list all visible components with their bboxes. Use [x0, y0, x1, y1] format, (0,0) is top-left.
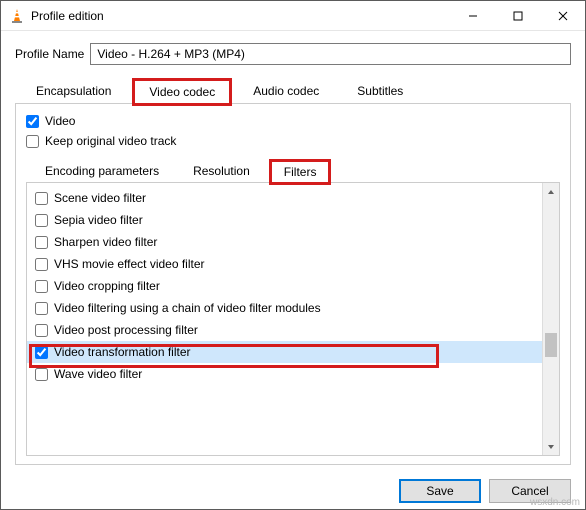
filter-item[interactable]: Scene video filter [27, 187, 542, 209]
minimize-button[interactable] [450, 1, 495, 31]
filter-label: VHS movie effect video filter [54, 257, 205, 271]
subtab-filters[interactable]: Filters [271, 161, 330, 183]
profile-name-row: Profile Name [15, 43, 571, 65]
filter-list[interactable]: Scene video filter Sepia video filter Shar… [27, 183, 542, 455]
dialog-footer: Save Cancel [1, 473, 585, 509]
filter-label: Wave video filter [54, 367, 142, 381]
tab-video-codec[interactable]: Video codec [134, 80, 230, 104]
profile-edition-window: Profile edition Profile Name Encapsulati… [0, 0, 586, 510]
scroll-up-icon[interactable] [543, 183, 559, 200]
filter-checkbox[interactable] [35, 236, 48, 249]
filters-panel: Scene video filter Sepia video filter Shar… [26, 182, 560, 456]
filter-checkbox[interactable] [35, 258, 48, 271]
video-checkbox-label: Video [45, 114, 75, 128]
filter-label: Video post processing filter [54, 323, 198, 337]
codec-tabs: Encapsulation Video codec Audio codec Su… [21, 79, 571, 103]
tab-audio-codec[interactable]: Audio codec [238, 79, 334, 103]
filter-item[interactable]: Sepia video filter [27, 209, 542, 231]
filter-item[interactable]: VHS movie effect video filter [27, 253, 542, 275]
cancel-button[interactable]: Cancel [489, 479, 571, 503]
filter-checkbox[interactable] [35, 302, 48, 315]
filter-item[interactable]: Video cropping filter [27, 275, 542, 297]
maximize-button[interactable] [495, 1, 540, 31]
tab-subtitles[interactable]: Subtitles [342, 79, 418, 103]
titlebar: Profile edition [1, 1, 585, 31]
profile-name-input[interactable] [90, 43, 571, 65]
filter-checkbox[interactable] [35, 346, 48, 359]
dialog-body: Profile Name Encapsulation Video codec A… [1, 31, 585, 473]
filter-item[interactable]: Video post processing filter [27, 319, 542, 341]
video-codec-panel: Video Keep original video track Encoding… [15, 103, 571, 465]
filter-label: Video filtering using a chain of video f… [54, 301, 321, 315]
filter-checkbox[interactable] [35, 368, 48, 381]
profile-name-label: Profile Name [15, 47, 84, 61]
save-button[interactable]: Save [399, 479, 481, 503]
window-title: Profile edition [31, 9, 450, 23]
filter-item[interactable]: Video filtering using a chain of video f… [27, 297, 542, 319]
filter-checkbox[interactable] [35, 324, 48, 337]
filter-label: Video transformation filter [54, 345, 191, 359]
filter-checkbox[interactable] [35, 280, 48, 293]
filter-checkbox[interactable] [35, 214, 48, 227]
filter-label: Sepia video filter [54, 213, 143, 227]
filter-item[interactable]: Wave video filter [27, 363, 542, 385]
scroll-thumb[interactable] [545, 333, 557, 357]
tab-encapsulation[interactable]: Encapsulation [21, 79, 126, 103]
video-checkbox-row[interactable]: Video [26, 114, 560, 128]
scroll-down-icon[interactable] [543, 438, 559, 455]
filter-item[interactable]: Sharpen video filter [27, 231, 542, 253]
close-button[interactable] [540, 1, 585, 31]
keep-original-checkbox-row[interactable]: Keep original video track [26, 134, 560, 148]
filter-label: Video cropping filter [54, 279, 160, 293]
vlc-cone-icon [9, 8, 25, 24]
video-checkbox[interactable] [26, 115, 39, 128]
keep-original-label: Keep original video track [45, 134, 176, 148]
filter-label: Sharpen video filter [54, 235, 157, 249]
subtab-encoding[interactable]: Encoding parameters [32, 160, 172, 182]
video-subtabs: Encoding parameters Resolution Filters [32, 160, 560, 182]
keep-original-checkbox[interactable] [26, 135, 39, 148]
filter-checkbox[interactable] [35, 192, 48, 205]
filter-label: Scene video filter [54, 191, 146, 205]
subtab-resolution[interactable]: Resolution [180, 160, 263, 182]
vertical-scrollbar[interactable] [542, 183, 559, 455]
filter-item[interactable]: Video transformation filter [27, 341, 542, 363]
